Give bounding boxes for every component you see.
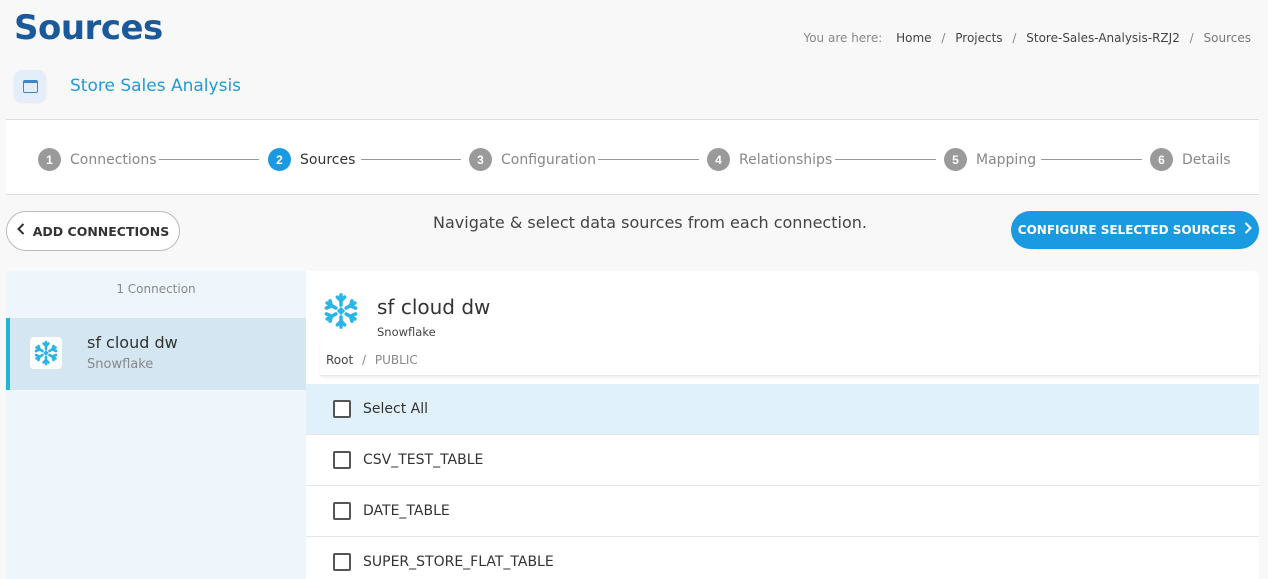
connection-item[interactable]: sf cloud dw Snowflake xyxy=(6,318,306,390)
snowflake-icon xyxy=(30,337,62,369)
breadcrumb: You are here: Home / Projects / Store-Sa… xyxy=(803,31,1251,45)
configure-label: CONFIGURE SELECTED SOURCES xyxy=(1017,223,1237,237)
page-title: Sources xyxy=(14,8,163,48)
path-root[interactable]: Root xyxy=(326,353,353,367)
chevron-right-icon xyxy=(1244,222,1253,238)
breadcrumb-current: Sources xyxy=(1203,31,1251,45)
table-name: SUPER_STORE_FLAT_TABLE xyxy=(363,554,554,570)
connection-name: sf cloud dw xyxy=(87,333,178,352)
path-separator: / xyxy=(362,353,367,367)
table-row[interactable]: SUPER_STORE_FLAT_TABLE xyxy=(306,537,1259,579)
step-connector xyxy=(159,159,259,160)
select-all-row[interactable]: Select All xyxy=(306,384,1259,435)
select-all-checkbox[interactable] xyxy=(333,400,351,418)
step-connector xyxy=(361,159,461,160)
chevron-left-icon xyxy=(16,223,25,239)
step-number: 4 xyxy=(707,148,730,171)
path-current: PUBLIC xyxy=(374,353,418,367)
step-label: Connections xyxy=(70,151,157,168)
wizard-stepper: 1 Connections 2 Sources 3 Configuration … xyxy=(6,119,1259,195)
table-row[interactable]: DATE_TABLE xyxy=(306,486,1259,537)
project-name[interactable]: Store Sales Analysis xyxy=(70,76,241,96)
step-relationships[interactable]: 4 Relationships xyxy=(707,148,832,171)
step-mapping[interactable]: 5 Mapping xyxy=(944,148,1036,171)
add-connections-label: ADD CONNECTIONS xyxy=(32,223,170,239)
step-number: 1 xyxy=(38,148,61,171)
table-checkbox[interactable] xyxy=(333,451,351,469)
step-label: Configuration xyxy=(501,151,596,168)
step-label: Details xyxy=(1182,151,1231,168)
breadcrumb-project[interactable]: Store-Sales-Analysis-RZJ2 xyxy=(1026,31,1180,45)
sources-panel: sf cloud dw Snowflake Root / PUBLIC Sele… xyxy=(306,271,1259,579)
step-connector xyxy=(598,159,699,160)
step-number: 6 xyxy=(1150,148,1173,171)
step-label: Relationships xyxy=(739,151,833,168)
connections-panel: 1 Connection sf cloud dw Snowflake xyxy=(6,271,306,579)
instruction-text: Navigate & select data sources from each… xyxy=(433,213,867,232)
project-header: Store Sales Analysis xyxy=(14,70,241,102)
breadcrumb-separator: / xyxy=(941,31,946,45)
step-configuration[interactable]: 3 Configuration xyxy=(469,148,596,171)
step-number: 2 xyxy=(268,148,291,171)
connection-count: 1 Connection xyxy=(116,282,196,296)
table-checkbox[interactable] xyxy=(333,553,351,571)
configure-selected-sources-button[interactable]: CONFIGURE SELECTED SOURCES xyxy=(1011,211,1259,249)
add-connections-button[interactable]: ADD CONNECTIONS xyxy=(6,211,180,251)
source-connection-name: sf cloud dw xyxy=(377,295,491,319)
step-connector xyxy=(835,159,936,160)
table-checkbox[interactable] xyxy=(333,502,351,520)
snowflake-icon xyxy=(322,292,360,335)
step-number: 3 xyxy=(469,148,492,171)
step-label: Mapping xyxy=(976,151,1037,168)
table-name: CSV_TEST_TABLE xyxy=(363,452,484,468)
table-row[interactable]: CSV_TEST_TABLE xyxy=(306,435,1259,486)
breadcrumb-projects[interactable]: Projects xyxy=(955,31,1002,45)
table-name: DATE_TABLE xyxy=(363,503,450,519)
step-sources[interactable]: 2 Sources xyxy=(268,148,355,171)
window-icon xyxy=(14,70,46,102)
source-connection-type: Snowflake xyxy=(377,325,436,339)
breadcrumb-separator: / xyxy=(1189,31,1194,45)
select-all-label: Select All xyxy=(363,401,428,417)
breadcrumb-home[interactable]: Home xyxy=(896,31,931,45)
step-number: 5 xyxy=(944,148,967,171)
connection-type: Snowflake xyxy=(87,357,154,372)
step-connector xyxy=(1041,159,1142,160)
breadcrumb-prefix: You are here: xyxy=(803,31,883,45)
step-details[interactable]: 6 Details xyxy=(1150,148,1231,171)
breadcrumb-separator: / xyxy=(1012,31,1017,45)
source-path-breadcrumb: Root / PUBLIC xyxy=(320,342,1259,376)
step-label: Sources xyxy=(300,151,356,168)
step-connections[interactable]: 1 Connections xyxy=(38,148,157,171)
